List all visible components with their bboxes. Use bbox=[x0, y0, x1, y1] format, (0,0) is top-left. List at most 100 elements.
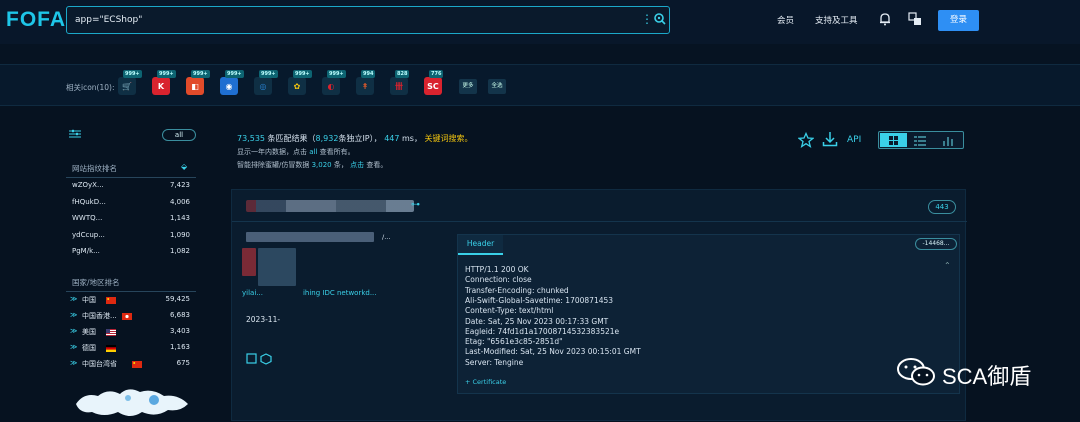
count-badge: 999+ bbox=[157, 70, 176, 78]
related-app-icon[interactable]: ◐ 999+ bbox=[322, 70, 346, 95]
result-action-icons[interactable] bbox=[246, 353, 286, 365]
related-app-icon[interactable]: ◧ 999+ bbox=[186, 70, 210, 95]
app-icon-glyph: ✿ bbox=[293, 81, 301, 91]
site-rank-row[interactable]: PgM/k... 1,082 bbox=[72, 247, 196, 260]
translate-icon[interactable] bbox=[908, 12, 922, 26]
flag-icon bbox=[106, 297, 116, 304]
app-icon-glyph: ◧ bbox=[191, 81, 199, 91]
api-button[interactable]: API bbox=[847, 135, 861, 145]
expand-icon[interactable]: ≫ bbox=[70, 311, 77, 319]
port-badge[interactable]: 443 bbox=[928, 200, 956, 214]
bell-icon[interactable] bbox=[879, 12, 891, 26]
site-count: 1,082 bbox=[169, 247, 190, 255]
http-header-line: Connection: close bbox=[465, 275, 532, 285]
honeypot-count: 3,020 bbox=[311, 161, 332, 169]
result-title-blurred[interactable] bbox=[246, 200, 414, 212]
grid-view-button[interactable] bbox=[880, 133, 907, 147]
keyword-search-link[interactable]: 关键词搜索。 bbox=[425, 134, 473, 143]
result-count: 73,535 bbox=[237, 134, 265, 143]
all-toggle[interactable]: all bbox=[162, 129, 196, 141]
site-name: fHQukD... bbox=[72, 197, 106, 206]
site-count: 7,423 bbox=[169, 181, 190, 189]
site-count: 1,143 bbox=[169, 214, 190, 222]
country-count: 1,163 bbox=[169, 343, 190, 351]
related-app-icon[interactable]: 🛒 999+ bbox=[118, 70, 142, 95]
org-link-tail: ihing IDC networkd... bbox=[302, 289, 377, 297]
related-app-icon[interactable]: SC 776 bbox=[424, 70, 444, 95]
app-icon-glyph: 🛒 bbox=[122, 81, 132, 91]
count-badge: 828 bbox=[395, 70, 410, 78]
more-button[interactable]: 更多 bbox=[459, 79, 477, 94]
related-app-icon[interactable]: ◎ 999+ bbox=[254, 70, 278, 95]
sort-icon[interactable]: ⬙ bbox=[181, 162, 187, 171]
list-view-icon[interactable] bbox=[913, 135, 927, 147]
related-app-icon[interactable]: K 999+ bbox=[152, 70, 176, 95]
url-blurred[interactable] bbox=[246, 232, 374, 242]
related-app-icon[interactable]: ↟ 994 bbox=[356, 70, 376, 95]
app-icon-glyph: ◐ bbox=[327, 81, 335, 91]
login-button[interactable]: 登录 bbox=[938, 10, 979, 31]
watermark: SCA御盾 bbox=[896, 354, 1056, 390]
search-box[interactable]: ⋮ bbox=[66, 6, 670, 34]
view-honeypot-link[interactable]: 点击 bbox=[350, 161, 364, 169]
search-input[interactable] bbox=[75, 12, 635, 28]
count-badge: 994 bbox=[361, 70, 376, 78]
app-icon-glyph: ↟ bbox=[361, 81, 369, 91]
site-rank-row[interactable]: WWTQ... 1,143 bbox=[72, 214, 196, 227]
related-icons-label: 相关icon(10): bbox=[66, 83, 115, 92]
expand-icon[interactable]: ≫ bbox=[70, 295, 77, 303]
url-tail[interactable]: /... bbox=[382, 233, 390, 241]
country-rank-row[interactable]: ≫ 中国 59,425 bbox=[70, 295, 196, 308]
related-app-icon[interactable]: 卌 828 bbox=[390, 70, 410, 95]
related-icons-bar: 相关icon(10): 🛒 999+ K 999+ ◧ 999+ ◉ 999+ ◎ 999+ ✿ 99… bbox=[0, 64, 1080, 106]
more-options-icon[interactable]: ⋮ bbox=[641, 12, 653, 26]
country-count: 675 bbox=[176, 359, 190, 367]
nav-support-tools[interactable]: 支持及工具 bbox=[815, 14, 858, 26]
http-header-line: Content-Type: text/html bbox=[465, 306, 554, 316]
site-name: PgM/k... bbox=[72, 247, 100, 255]
certificate-toggle[interactable]: + Certificate bbox=[465, 378, 506, 386]
top-bar: FOFA ⋮ 会员 支持及工具 登录 bbox=[0, 0, 1080, 44]
flag-icon bbox=[122, 313, 132, 320]
flag-icon bbox=[132, 361, 142, 368]
wechat-icon bbox=[897, 358, 935, 386]
notice-text: 查看所有。 bbox=[319, 148, 355, 156]
country-rank-row[interactable]: ≫ 中国台湾省 675 bbox=[70, 359, 196, 372]
country-rank-row[interactable]: ≫ 中国香港... 6,683 bbox=[70, 311, 196, 324]
filter-icon[interactable] bbox=[69, 129, 81, 139]
related-app-icon[interactable]: ✿ 999+ bbox=[288, 70, 312, 95]
country-rank-row[interactable]: ≫ 美国 3,403 bbox=[70, 327, 196, 340]
http-header-line: Last-Modified: Sat, 25 Nov 2023 00:15:01… bbox=[465, 347, 641, 357]
expand-icon[interactable]: ≫ bbox=[70, 359, 77, 367]
fofa-logo[interactable]: FOFA bbox=[6, 8, 66, 32]
country-rank-row[interactable]: ≫ 德国 1,163 bbox=[70, 343, 196, 356]
http-header-line: HTTP/1.1 200 OK bbox=[465, 265, 529, 274]
site-rank-row[interactable]: ydCcup... 1,090 bbox=[72, 231, 196, 244]
update-date: 2023-11- bbox=[246, 315, 281, 324]
download-icon[interactable] bbox=[822, 131, 838, 147]
related-app-icon[interactable]: ◉ 999+ bbox=[220, 70, 244, 95]
link-icon[interactable]: ⊶ bbox=[411, 200, 420, 210]
site-rank-row[interactable]: wZOyX... 7,423 bbox=[72, 181, 196, 194]
country-name: 美国 bbox=[82, 328, 96, 336]
stats-text: 条匹配结果（ bbox=[267, 134, 316, 143]
result-card: ⊶ 443 /... yilai... ihing IDC networkd...… bbox=[231, 189, 967, 421]
site-count: 1,090 bbox=[169, 230, 190, 239]
star-icon[interactable] bbox=[798, 132, 814, 148]
search-icon[interactable] bbox=[653, 12, 667, 26]
chart-view-icon[interactable] bbox=[941, 135, 955, 147]
honeypot-notice: 智能排除蜜罐/仿冒数据 3,020 条， 点击 查看。 bbox=[237, 160, 387, 170]
nav-member[interactable]: 会员 bbox=[777, 14, 794, 26]
expand-icon[interactable]: ≫ bbox=[70, 343, 77, 351]
view-all-link[interactable]: all bbox=[309, 148, 317, 156]
org-link[interactable]: yilai... ihing IDC networkd... bbox=[242, 289, 377, 297]
site-rank-row[interactable]: fHQukD... 4,006 bbox=[72, 198, 196, 211]
http-header-line: Ali-Swift-Global-Savetime: 1700871453 bbox=[465, 295, 614, 305]
collapse-icon[interactable]: ⌃ bbox=[944, 261, 951, 270]
select-all-button[interactable]: 全选 bbox=[488, 79, 506, 94]
hash-badge[interactable]: -14468... bbox=[915, 238, 957, 250]
tab-header[interactable]: Header bbox=[458, 235, 503, 255]
result-card-header: ⊶ 443 bbox=[232, 190, 967, 222]
expand-icon[interactable]: ≫ bbox=[70, 327, 77, 335]
site-count: 4,006 bbox=[169, 197, 190, 206]
